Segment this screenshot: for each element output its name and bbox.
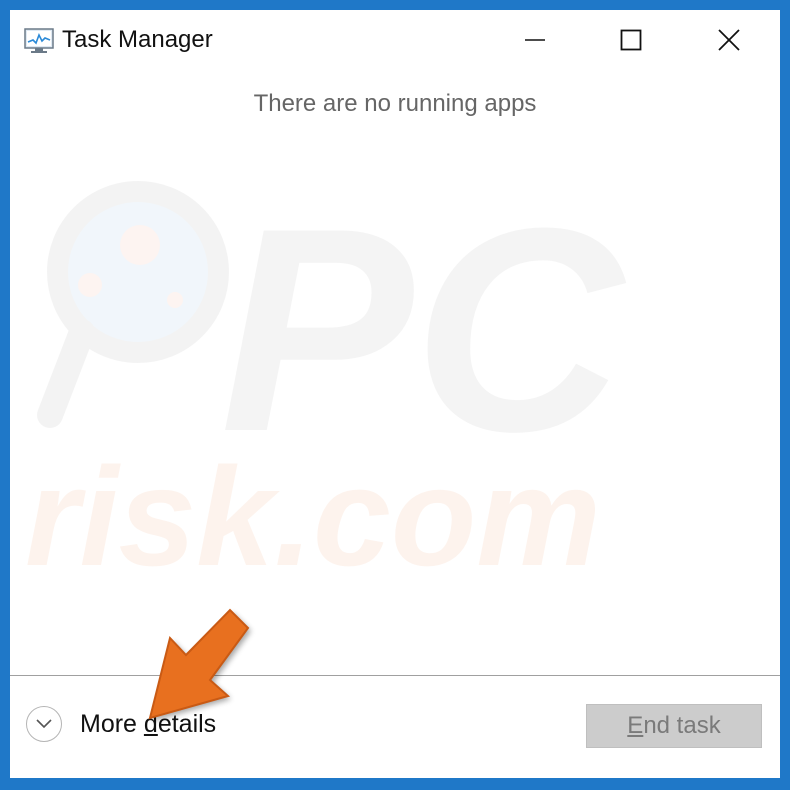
minimize-button[interactable] (487, 10, 583, 70)
more-details-button[interactable] (26, 706, 62, 742)
title-bar[interactable]: Task Manager (10, 10, 780, 70)
empty-state-message: There are no running apps (253, 90, 537, 117)
arrow-pointer-icon (148, 608, 251, 721)
maximize-button[interactable] (583, 10, 679, 70)
minimize-icon (525, 39, 545, 41)
maximize-icon (620, 29, 642, 51)
task-manager-window: Task Manager There are no running apps P… (10, 10, 780, 778)
end-task-label-suffix: nd task (643, 712, 721, 739)
end-task-mnemonic: E (627, 712, 644, 739)
magnifier-watermark-icon (37, 181, 229, 428)
close-button[interactable] (681, 10, 777, 70)
close-icon (718, 29, 740, 51)
footer-divider (10, 675, 780, 676)
screenshot-frame: Task Manager There are no running apps P… (0, 0, 790, 790)
window-title: Task Manager (62, 26, 213, 53)
watermark: PC risk.com (25, 168, 626, 580)
watermark-text-domain: risk.com (25, 438, 601, 580)
task-manager-icon (24, 28, 54, 53)
chevron-down-icon (36, 719, 52, 729)
end-task-button[interactable]: End task (586, 704, 762, 748)
